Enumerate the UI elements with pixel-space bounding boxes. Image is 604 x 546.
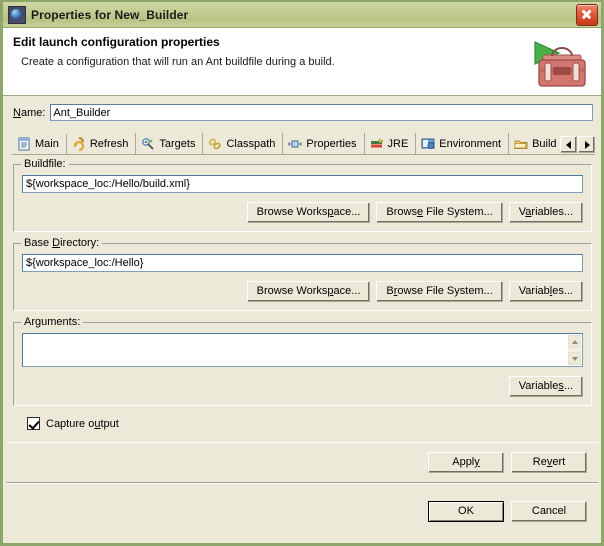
- document-icon: [18, 137, 30, 151]
- name-input[interactable]: [50, 104, 593, 121]
- targets-icon: [142, 137, 154, 150]
- title-bar: Properties for New_Builder: [3, 2, 601, 28]
- jre-icon: [370, 138, 384, 147]
- tab-label: JRE: [387, 137, 409, 150]
- base-directory-browse-filesystem-button[interactable]: Browse File System...: [376, 281, 503, 302]
- revert-button[interactable]: Revert: [511, 452, 587, 473]
- tab-label: Refresh: [89, 137, 129, 150]
- buildfile-browse-filesystem-button[interactable]: Browse File System...: [376, 202, 503, 223]
- capture-output-checkbox[interactable]: [27, 417, 40, 430]
- tab-label: Classpath: [226, 137, 276, 150]
- close-icon[interactable]: [576, 3, 598, 26]
- folder-icon: [514, 140, 528, 149]
- base-directory-buttons: Browse Workspace... Browse File System..…: [22, 281, 583, 302]
- cancel-button[interactable]: Cancel: [511, 501, 587, 522]
- apply-button[interactable]: Apply: [428, 452, 504, 473]
- tab-label: Build C: [532, 137, 560, 150]
- arguments-variables-button[interactable]: Variables...: [508, 376, 583, 397]
- arguments-buttons: Variables...: [22, 376, 583, 397]
- refresh-arrows-icon: [73, 136, 84, 151]
- tab-scroll-arrows: [560, 136, 595, 153]
- buildfile-input[interactable]: [22, 175, 583, 193]
- header-banner: Edit launch configuration properties Cre…: [3, 28, 601, 96]
- ok-button[interactable]: OK: [428, 501, 504, 522]
- tab-main[interactable]: Main: [12, 134, 67, 154]
- tab-refresh[interactable]: Refresh: [67, 133, 137, 154]
- base-directory-group-label: Base Directory:: [21, 237, 103, 249]
- classpath-icon: [209, 138, 222, 149]
- tab-environment[interactable]: Environment: [416, 133, 510, 154]
- tab-list: Main Refresh Targets Classpath Propertie…: [12, 133, 560, 154]
- arguments-textarea[interactable]: [23, 334, 582, 366]
- scroll-up-icon[interactable]: [568, 335, 581, 348]
- page-title: Edit launch configuration properties: [13, 35, 220, 49]
- scroll-down-icon[interactable]: [568, 352, 581, 365]
- tab-classpath[interactable]: Classpath: [203, 133, 284, 154]
- base-directory-browse-workspace-button[interactable]: Browse Workspace...: [246, 281, 371, 302]
- arguments-scrollbar[interactable]: [568, 335, 581, 365]
- ant-toolbox-icon: [534, 41, 586, 87]
- tab-properties[interactable]: Properties: [283, 133, 365, 154]
- globe-icon: [8, 5, 26, 24]
- tab-build-c[interactable]: Build C: [509, 133, 560, 154]
- base-directory-input[interactable]: [22, 254, 583, 272]
- buildfile-buttons: Browse Workspace... Browse File System..…: [22, 202, 583, 223]
- capture-output-label: Capture output: [46, 417, 119, 430]
- ok-cancel-bar: OK Cancel: [6, 482, 598, 540]
- tab-targets[interactable]: Targets: [136, 133, 204, 154]
- buildfile-group: Buildfile: Browse Workspace... Browse Fi…: [13, 158, 592, 232]
- page-subtitle: Create a configuration that will run an …: [21, 56, 335, 68]
- buildfile-group-label: Buildfile:: [21, 158, 69, 170]
- buildfile-browse-workspace-button[interactable]: Browse Workspace...: [246, 202, 371, 223]
- name-row: Name:: [3, 96, 601, 121]
- window-title: Properties for New_Builder: [31, 7, 189, 22]
- base-directory-group: Base Directory: Browse Workspace... Brow…: [13, 237, 592, 311]
- tab-label: Main: [35, 138, 59, 150]
- tab-strip: Main Refresh Targets Classpath Propertie…: [12, 132, 595, 155]
- scroll-left-icon[interactable]: [560, 136, 577, 153]
- tab-label: Targets: [159, 137, 196, 150]
- name-label: Name:: [13, 106, 46, 119]
- arguments-box: [22, 333, 583, 367]
- scroll-right-icon[interactable]: [578, 136, 595, 153]
- arguments-group-label: Arguments:: [21, 316, 84, 328]
- apply-revert-bar: Apply Revert: [6, 442, 598, 482]
- tab-label: Properties: [306, 137, 357, 150]
- arguments-group: Arguments: Variables...: [13, 316, 592, 406]
- environment-icon: [421, 138, 435, 149]
- buildfile-variables-button[interactable]: Variables...: [508, 202, 583, 223]
- properties-dialog-window: Properties for New_Builder Edit launch c…: [0, 0, 604, 546]
- main-tab-page: Buildfile: Browse Workspace... Browse Fi…: [10, 155, 594, 430]
- tab-label: Environment: [439, 137, 502, 150]
- properties-icon: [288, 140, 302, 147]
- tab-jre[interactable]: JRE: [365, 133, 417, 154]
- base-directory-variables-button[interactable]: Variables...: [508, 281, 583, 302]
- capture-output-row[interactable]: Capture output: [27, 417, 594, 430]
